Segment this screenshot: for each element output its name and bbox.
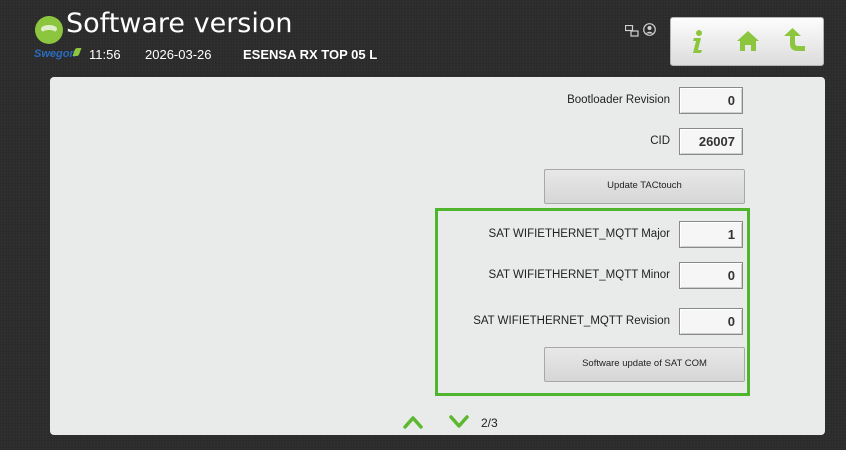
current-date: 2026-03-26 bbox=[145, 47, 212, 62]
bootloader-revision-field[interactable]: 0 bbox=[679, 87, 743, 114]
swegon-logo-icon bbox=[35, 16, 63, 44]
cid-label: CID bbox=[650, 135, 670, 147]
page-up-icon[interactable] bbox=[403, 415, 423, 429]
page-title: Software version bbox=[66, 8, 293, 39]
bootloader-revision-value: 0 bbox=[727, 93, 735, 108]
network-icon bbox=[625, 25, 639, 37]
sat-minor-value: 0 bbox=[727, 268, 735, 283]
sat-com-update-button[interactable]: Software update of SAT COM bbox=[544, 347, 745, 382]
page-indicator: 2/3 bbox=[481, 416, 498, 430]
info-icon[interactable] bbox=[683, 26, 713, 56]
sat-minor-label: SAT WIFIETHERNET_MQTT Minor bbox=[488, 269, 670, 281]
header-bar: Software version Swegon 11:56 2026-03-26… bbox=[0, 0, 846, 72]
bootloader-revision-label: Bootloader Revision bbox=[567, 94, 670, 106]
cid-value: 26007 bbox=[698, 134, 735, 149]
sat-major-label: SAT WIFIETHERNET_MQTT Major bbox=[488, 228, 670, 240]
sat-minor-field[interactable]: 0 bbox=[679, 262, 743, 289]
brand-leaf-icon bbox=[72, 48, 82, 56]
sat-revision-field[interactable]: 0 bbox=[679, 308, 743, 335]
home-icon[interactable] bbox=[733, 26, 763, 56]
sat-major-field[interactable]: 1 bbox=[679, 221, 743, 248]
page-down-icon[interactable] bbox=[449, 415, 469, 429]
unit-name: ESENSA RX TOP 05 L bbox=[243, 47, 378, 62]
cid-field[interactable]: 26007 bbox=[679, 128, 743, 155]
update-tactouch-label: Update TACtouch bbox=[607, 180, 682, 191]
user-icon bbox=[643, 23, 656, 36]
brand-logo: Swegon bbox=[34, 48, 77, 60]
sat-revision-value: 0 bbox=[727, 314, 735, 329]
toolbar bbox=[670, 17, 824, 66]
sat-revision-label: SAT WIFIETHERNET_MQTT Revision bbox=[473, 315, 670, 327]
clock-time: 11:56 bbox=[89, 47, 121, 62]
update-tactouch-button[interactable]: Update TACtouch bbox=[544, 169, 745, 204]
back-icon[interactable] bbox=[781, 26, 811, 56]
sat-com-update-label: Software update of SAT COM bbox=[582, 358, 707, 369]
sat-major-value: 1 bbox=[727, 227, 735, 242]
